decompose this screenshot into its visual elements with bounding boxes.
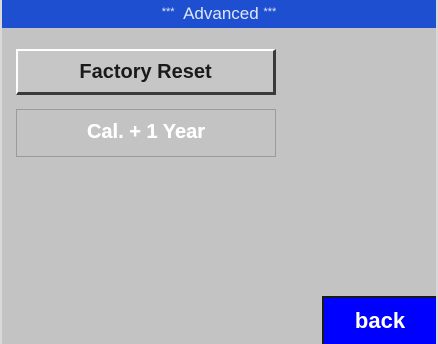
page-title: Advanced (183, 4, 259, 23)
cal-plus-one-year-button[interactable]: Cal. + 1 Year (16, 109, 276, 157)
title-stars-left: *** (161, 6, 175, 18)
title-bar: *** Advanced *** (2, 0, 436, 28)
factory-reset-button[interactable]: Factory Reset (16, 49, 276, 95)
title-stars-right: *** (263, 6, 277, 18)
screen: *** Advanced *** Factory Reset Cal. + 1 … (0, 0, 438, 344)
back-button[interactable]: back (322, 296, 436, 344)
